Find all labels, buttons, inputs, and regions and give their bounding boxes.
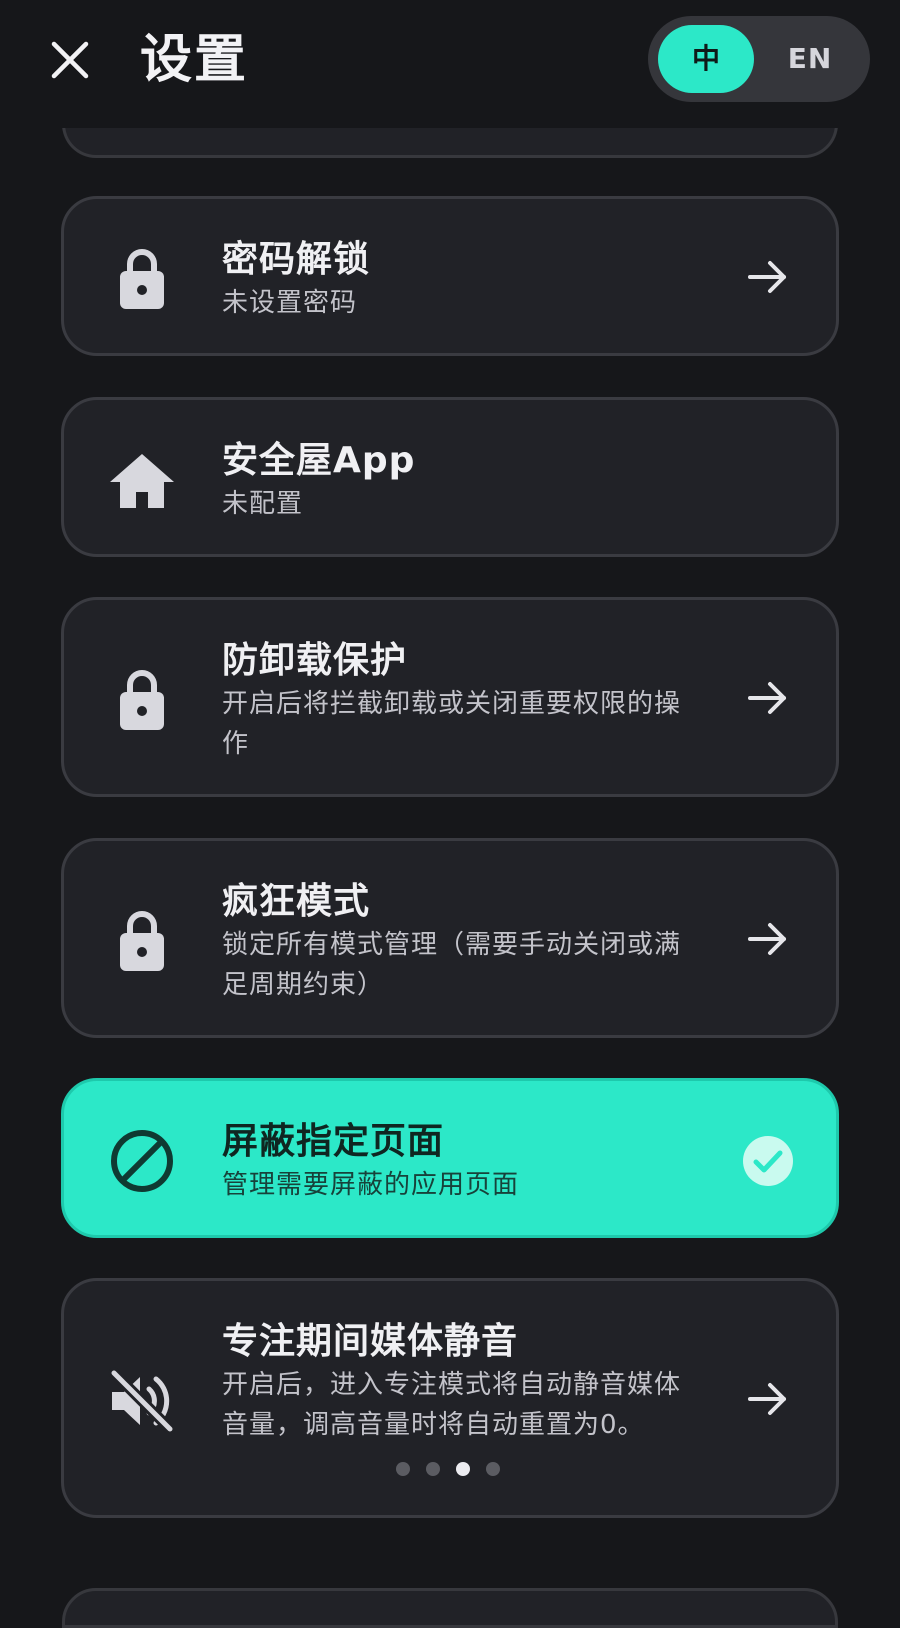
settings-card-mute-media[interactable]: 专注期间媒体静音 开启后，进入专注模式将自动静音媒体音量，调高音量时将自动重置为… — [61, 1278, 839, 1518]
lock-icon — [106, 903, 178, 975]
settings-card-partial[interactable] — [62, 1588, 838, 1628]
settings-card-block-pages[interactable]: 屏蔽指定页面 管理需要屏蔽的应用页面 — [61, 1078, 839, 1238]
arrow-right-icon — [744, 915, 792, 963]
language-toggle[interactable]: 中 EN — [648, 16, 870, 102]
setting-description: 未设置密码 — [222, 288, 358, 318]
lock-icon — [106, 662, 178, 734]
close-icon — [51, 41, 89, 79]
page-dot[interactable] — [486, 1462, 500, 1476]
setting-title: 屏蔽指定页面 — [222, 1121, 445, 1162]
settings-card-password-unlock[interactable]: 密码解锁 未设置密码 — [61, 196, 839, 356]
setting-description: 管理需要屏蔽的应用页面 — [222, 1170, 520, 1200]
volume-off-icon — [106, 1365, 178, 1437]
block-icon — [106, 1125, 178, 1197]
setting-description: 开启后将拦截卸载或关闭重要权限的操作 — [222, 689, 682, 759]
page-dot[interactable] — [396, 1462, 410, 1476]
setting-title: 疯狂模式 — [222, 881, 371, 922]
language-option-zh[interactable]: 中 — [658, 25, 754, 93]
settings-card-uninstall-protection[interactable]: 防卸载保护 开启后将拦截卸载或关闭重要权限的操作 — [61, 597, 839, 797]
setting-description: 锁定所有模式管理（需要手动关闭或满足周期约束） — [222, 930, 682, 1000]
close-button[interactable] — [48, 38, 92, 82]
top-bar: 设置 中 EN — [0, 0, 900, 128]
language-option-en[interactable]: EN — [762, 25, 858, 93]
settings-card-crazy-mode[interactable]: 疯狂模式 锁定所有模式管理（需要手动关闭或满足周期约束） — [61, 838, 839, 1038]
setting-title: 密码解锁 — [222, 239, 371, 280]
page-indicator — [396, 1462, 500, 1476]
setting-title: 专注期间媒体静音 — [222, 1321, 519, 1362]
page-dot-active[interactable] — [456, 1462, 470, 1476]
arrow-right-icon — [744, 253, 792, 301]
setting-title: 安全屋App — [222, 440, 416, 481]
page-title: 设置 — [140, 30, 249, 90]
check-circle-icon[interactable] — [742, 1135, 794, 1187]
page-dot[interactable] — [426, 1462, 440, 1476]
arrow-right-icon — [744, 1375, 792, 1423]
arrow-right-icon — [744, 674, 792, 722]
setting-title: 防卸载保护 — [222, 640, 408, 681]
home-icon — [106, 444, 178, 516]
setting-description: 未配置 — [222, 489, 304, 519]
settings-card-safe-house-app[interactable]: 安全屋App 未配置 — [61, 397, 839, 557]
setting-description: 开启后，进入专注模式将自动静音媒体音量，调高音量时将自动重置为0。 — [222, 1370, 682, 1440]
lock-icon — [106, 241, 178, 313]
